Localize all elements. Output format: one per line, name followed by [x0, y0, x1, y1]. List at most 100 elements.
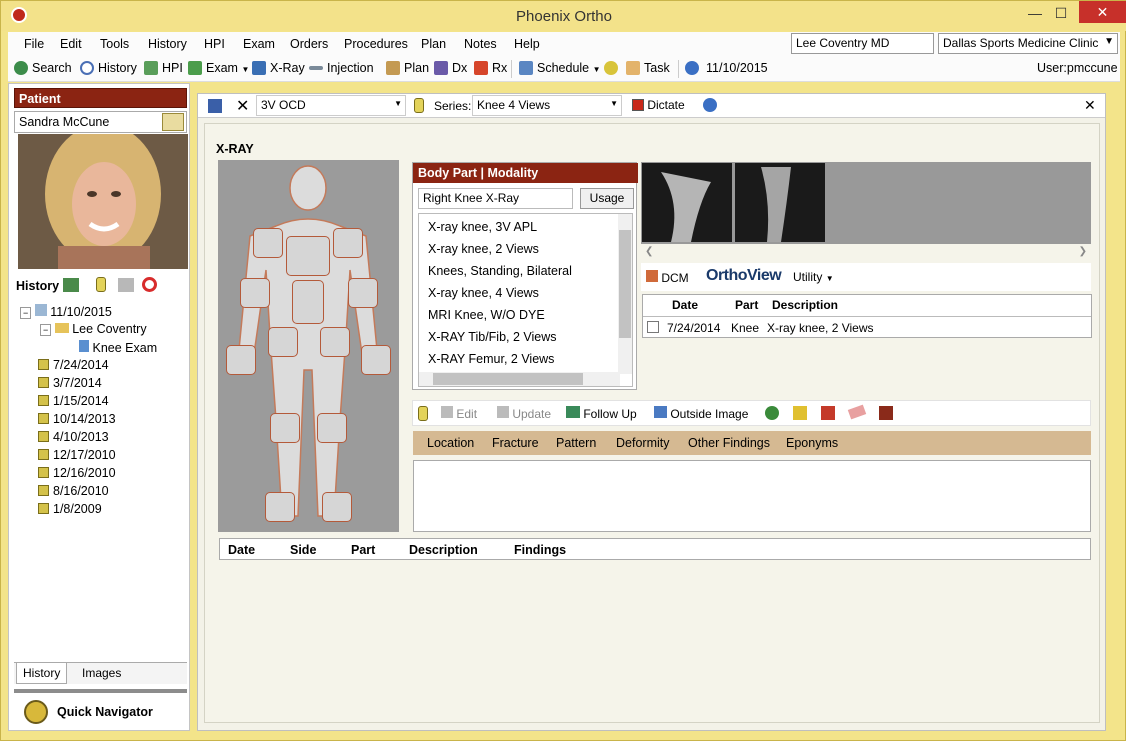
injection-button[interactable]: Injection [309, 61, 374, 75]
table-row[interactable]: 7/24/2014 Knee X-ray knee, 2 Views [643, 316, 1091, 337]
body-part-right-hand[interactable] [361, 345, 391, 375]
menu-hpi[interactable]: HPI [204, 37, 225, 51]
body-part-head[interactable] [253, 228, 283, 258]
list-item[interactable]: X-ray knee, 4 Views [428, 286, 539, 300]
eraser-icon[interactable] [847, 404, 867, 420]
column-header-description[interactable]: Description [409, 543, 478, 557]
close-document-icon[interactable]: ✕ [1084, 97, 1096, 114]
edit-button[interactable]: Edit [441, 406, 477, 421]
close-button[interactable]: ✕ [1079, 1, 1126, 23]
template-select[interactable]: 3V OCD ▼ [256, 95, 406, 116]
tab-eponyms[interactable]: Eponyms [786, 436, 838, 450]
body-part-right-hip[interactable] [320, 327, 350, 357]
plan-button[interactable]: Plan [386, 61, 429, 75]
exam-button[interactable]: Exam ▼ [188, 61, 249, 75]
list-item[interactable]: X-ray knee, 3V APL [428, 220, 537, 234]
grid-icon[interactable] [63, 278, 79, 292]
list-item[interactable]: X-RAY Tib/Fib, 2 Views [428, 330, 557, 344]
tab-history[interactable]: History [16, 663, 68, 684]
tree-date-node[interactable]: 1/15/2014 [38, 394, 109, 408]
usage-button[interactable]: Usage [580, 188, 634, 209]
column-header-date[interactable]: Date [228, 543, 255, 557]
target-icon[interactable] [142, 277, 157, 292]
list-item[interactable]: MRI Knee, W/O DYE [428, 308, 545, 322]
download-icon[interactable] [879, 406, 893, 420]
remove-icon[interactable] [821, 406, 835, 420]
thumbnail-scroll-left[interactable]: ❮ [645, 246, 653, 257]
schedule-button[interactable]: Schedule ▼ [519, 61, 601, 75]
save-icon[interactable] [208, 99, 222, 113]
body-part-left-hip[interactable] [268, 327, 298, 357]
list-item[interactable]: Knees, Standing, Bilateral [428, 264, 572, 278]
menu-history[interactable]: History [148, 37, 187, 51]
body-part-left-foot[interactable] [265, 492, 295, 522]
menu-help[interactable]: Help [514, 37, 540, 51]
column-header-side[interactable]: Side [290, 543, 316, 557]
key-icon[interactable] [765, 406, 779, 420]
menu-notes[interactable]: Notes [464, 37, 497, 51]
tree-date-node[interactable]: 4/10/2013 [38, 430, 109, 444]
outside-image-button[interactable]: Outside Image [654, 406, 748, 421]
tree-date-node[interactable]: 12/16/2010 [38, 466, 116, 480]
body-part-abdomen[interactable] [292, 280, 324, 324]
menu-edit[interactable]: Edit [60, 37, 82, 51]
thumbnail-scroll-right[interactable]: ❯ [1079, 246, 1087, 257]
tree-root-node[interactable]: − 11/10/2015 [20, 304, 112, 319]
body-part-chest[interactable] [286, 236, 330, 276]
menu-orders[interactable]: Orders [290, 37, 328, 51]
row-checkbox[interactable] [647, 321, 659, 333]
xray-button[interactable]: X-Ray [252, 61, 305, 75]
hpi-button[interactable]: HPI [144, 61, 183, 75]
lock-icon[interactable] [418, 406, 428, 421]
vertical-scrollbar[interactable] [618, 214, 632, 374]
collapse-icon[interactable]: − [40, 324, 52, 336]
tree-date-node[interactable]: 7/24/2014 [38, 358, 109, 372]
orthoview-button[interactable]: OrthoView [706, 267, 782, 285]
tree-exam-node[interactable]: Knee Exam [79, 340, 157, 355]
tab-other-findings[interactable]: Other Findings [688, 436, 770, 450]
tag-button[interactable] [604, 61, 622, 75]
tab-images[interactable]: Images [82, 666, 121, 680]
lock-icon[interactable] [414, 98, 424, 113]
menu-plan[interactable]: Plan [421, 37, 446, 51]
scroll-thumb[interactable] [619, 230, 631, 338]
help-button[interactable] [685, 61, 703, 75]
list-item[interactable]: X-RAY Femur, 2 Views [428, 352, 554, 366]
provider-field[interactable]: Lee Coventry MD [791, 33, 934, 54]
body-part-right-knee[interactable] [317, 413, 347, 443]
body-part-right-shoulder[interactable] [333, 228, 363, 258]
tab-fracture[interactable]: Fracture [492, 436, 539, 450]
body-part-left-knee[interactable] [270, 413, 300, 443]
body-part-right-elbow[interactable] [348, 278, 378, 308]
menu-file[interactable]: File [24, 37, 44, 51]
dictate-button[interactable]: Dictate [632, 98, 685, 112]
history-button[interactable]: History [80, 61, 137, 75]
dx-button[interactable]: Dx [434, 61, 467, 75]
close-icon[interactable]: ✕ [236, 96, 249, 116]
collapse-icon[interactable]: − [20, 307, 32, 319]
keys-icon[interactable] [793, 406, 807, 420]
search-button[interactable]: Search [14, 61, 72, 75]
help-icon[interactable] [703, 98, 717, 112]
menu-procedures[interactable]: Procedures [344, 37, 408, 51]
scroll-thumb[interactable] [433, 373, 583, 385]
tab-deformity[interactable]: Deformity [616, 436, 669, 450]
column-header-part[interactable]: Part [351, 543, 375, 557]
follow-up-button[interactable]: Follow Up [566, 406, 637, 421]
tree-date-node[interactable]: 12/17/2010 [38, 448, 116, 462]
task-button[interactable]: Task [626, 61, 670, 75]
body-part-search[interactable]: Right Knee X-Ray [418, 188, 573, 209]
findings-area[interactable] [413, 460, 1091, 532]
horizontal-scrollbar[interactable] [419, 372, 620, 386]
tree-date-node[interactable]: 10/14/2013 [38, 412, 116, 426]
tab-pattern[interactable]: Pattern [556, 436, 596, 450]
list-item[interactable]: X-ray knee, 2 Views [428, 242, 539, 256]
clinic-select[interactable]: Dallas Sports Medicine Clinic ▼ [938, 33, 1118, 54]
dcm-button[interactable]: DCM [646, 270, 689, 285]
patient-name-field[interactable]: Sandra McCune [14, 111, 187, 133]
column-header-findings[interactable]: Findings [514, 543, 566, 557]
quick-navigator[interactable]: Quick Navigator [14, 689, 187, 729]
tab-location[interactable]: Location [427, 436, 474, 450]
rx-button[interactable]: Rx [474, 61, 507, 75]
menu-exam[interactable]: Exam [243, 37, 275, 51]
